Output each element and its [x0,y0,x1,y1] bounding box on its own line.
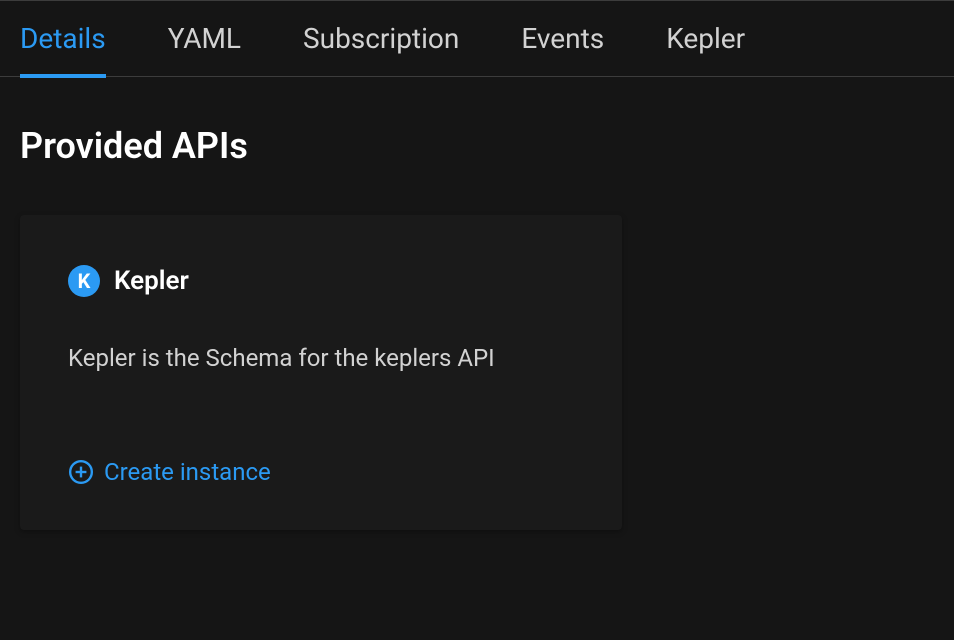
tab-yaml[interactable]: YAML [168,1,241,77]
card-header: K Kepler [68,265,574,297]
tab-subscription[interactable]: Subscription [303,1,459,77]
section-title: Provided APIs [20,125,934,167]
tab-events[interactable]: Events [521,1,604,77]
tab-kepler[interactable]: Kepler [666,1,745,77]
tab-details[interactable]: Details [20,1,106,77]
tabs-bar: Details YAML Subscription Events Kepler [0,1,954,77]
content-area: Provided APIs K Kepler Kepler is the Sch… [0,77,954,550]
api-description: Kepler is the Schema for the keplers API [68,343,574,374]
api-card: K Kepler Kepler is the Schema for the ke… [20,215,622,530]
api-title: Kepler [114,266,189,296]
create-instance-label: Create instance [104,458,271,486]
create-instance-button[interactable]: Create instance [68,458,574,486]
kepler-icon: K [68,265,100,297]
plus-circle-icon [68,459,94,485]
